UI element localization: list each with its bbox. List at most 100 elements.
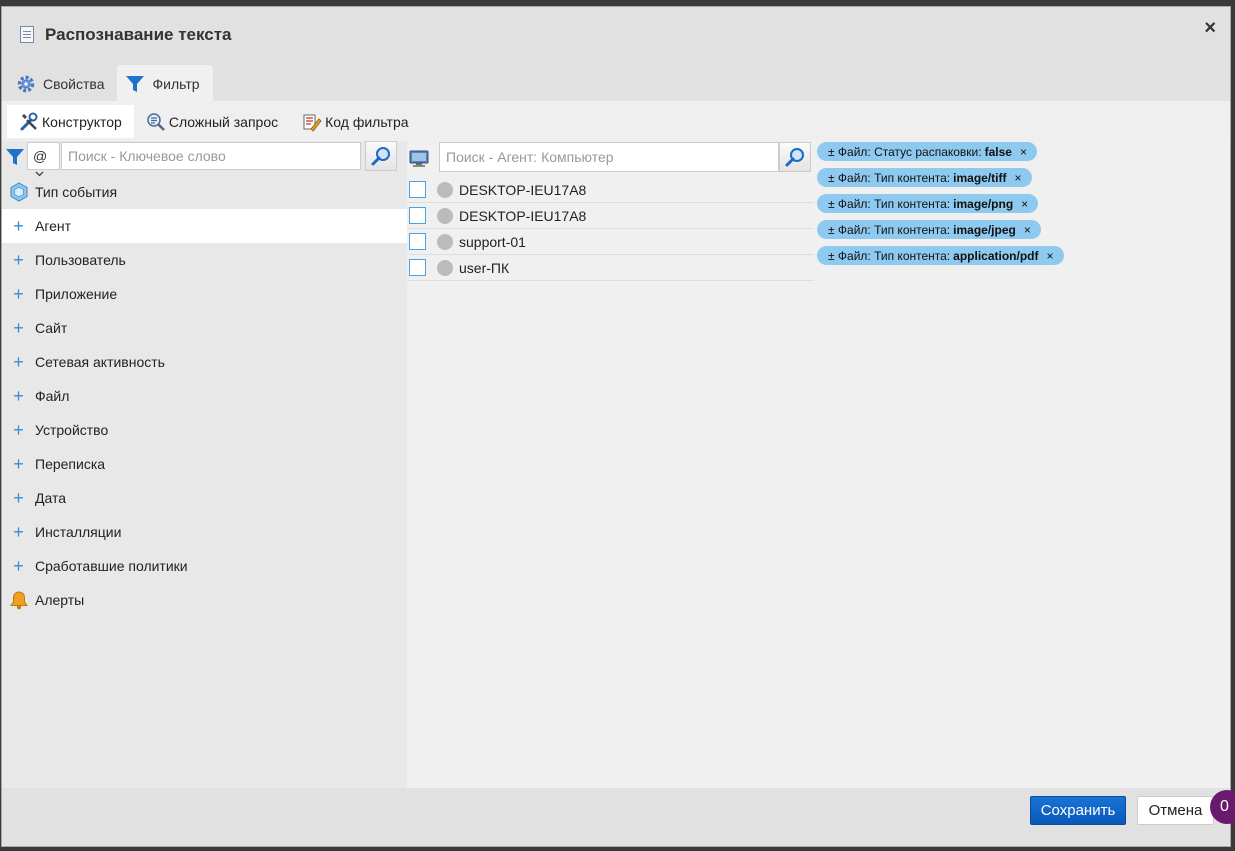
agent-checkbox[interactable] [409, 181, 426, 198]
tree-item-device[interactable]: + Устройство [2, 413, 407, 447]
funnel-icon [5, 147, 25, 170]
main-tabs: Свойства Фильтр [8, 65, 213, 102]
tree-item-network-activity[interactable]: + Сетевая активность [2, 345, 407, 379]
tree-item-site[interactable]: + Сайт [2, 311, 407, 345]
subtab-complex-query[interactable]: Сложный запрос [134, 105, 290, 138]
tree-item-label: Переписка [35, 456, 106, 472]
computer-icon [409, 150, 429, 171]
agent-checkbox[interactable] [409, 207, 426, 224]
agent-name: DESKTOP-IEU17A8 [459, 181, 587, 198]
cancel-button[interactable]: Отмена [1137, 796, 1214, 825]
status-indicator [437, 233, 453, 250]
chip-prefix: ± Файл: Тип контента: [828, 248, 951, 263]
remove-chip-icon[interactable]: × [1024, 223, 1031, 237]
chip-value: image/png [953, 196, 1014, 211]
filter-chip[interactable]: ± Файл: Тип контента: image/png × [817, 194, 1039, 213]
tree-item-triggered-policies[interactable]: + Сработавшие политики [2, 549, 407, 583]
tree-item-correspondence[interactable]: + Переписка [2, 447, 407, 481]
status-indicator [437, 207, 453, 224]
search-icon [371, 147, 390, 166]
tree-item-label: Пользователь [35, 252, 126, 268]
chip-value: image/jpeg [953, 222, 1016, 237]
dialog-titlebar: Распознавание текста × [2, 7, 1230, 61]
chip-prefix: ± Файл: Тип контента: [828, 170, 951, 185]
filter-chip[interactable]: ± Файл: Тип контента: image/jpeg × [817, 220, 1041, 239]
search-icon [785, 148, 804, 167]
subtab-filter-code[interactable]: Код фильтра [290, 105, 420, 138]
tree-item-label: Инсталляции [35, 524, 122, 540]
agent-search-button[interactable] [779, 142, 811, 172]
tree-item-label: Сайт [35, 320, 68, 336]
text-recognition-dialog: Распознавание текста × Свойства Фильтр К… [1, 6, 1231, 847]
filter-chip[interactable]: ± Файл: Тип контента: image/tiff × [817, 168, 1032, 187]
operator-select[interactable]: @ [27, 142, 60, 177]
tab-filter[interactable]: Фильтр [117, 65, 213, 102]
list-item[interactable]: support-01 [407, 229, 814, 255]
cube-icon [2, 182, 35, 202]
category-tree: Тип события + Агент + Пользователь + При… [2, 175, 407, 617]
tab-properties[interactable]: Свойства [8, 65, 117, 102]
tree-item-agent[interactable]: + Агент [2, 209, 407, 243]
chip-value: application/pdf [953, 248, 1039, 263]
subtab-filter-code-label: Код фильтра [325, 113, 409, 130]
tab-filter-label: Фильтр [152, 75, 200, 92]
remove-chip-icon[interactable]: × [1015, 171, 1022, 185]
tree-item-user[interactable]: + Пользователь [2, 243, 407, 277]
subtab-complex-query-label: Сложный запрос [168, 113, 279, 130]
plus-icon[interactable]: + [2, 352, 35, 373]
filter-chip[interactable]: ± Файл: Тип контента: application/pdf × [817, 246, 1064, 265]
subtab-constructor-label: Конструктор [42, 113, 122, 130]
agent-search-input[interactable] [439, 142, 779, 172]
dialog-title: Распознавание текста [45, 25, 232, 44]
list-item[interactable]: user-ПК [407, 255, 814, 281]
tree-item-label: Сработавшие политики [35, 558, 188, 574]
keyword-search-input[interactable] [61, 142, 361, 170]
status-indicator [437, 181, 453, 198]
close-icon[interactable]: × [1204, 17, 1216, 40]
agent-checkbox[interactable] [409, 233, 426, 250]
operator-value: @ [33, 148, 48, 164]
status-indicator [437, 259, 453, 276]
tree-item-alerts[interactable]: Алерты [2, 583, 407, 617]
subtab-constructor[interactable]: Конструктор [7, 105, 134, 138]
agent-checkbox[interactable] [409, 259, 426, 276]
category-column: @ Тип события + Агент [2, 141, 407, 788]
tree-item-label: Приложение [35, 286, 118, 302]
save-button[interactable]: Сохранить [1030, 796, 1126, 825]
remove-chip-icon[interactable]: × [1047, 249, 1054, 263]
agent-name: user-ПК [459, 259, 510, 276]
plus-icon[interactable]: + [2, 284, 35, 305]
filter-chip[interactable]: ± Файл: Статус распаковки: false × [817, 142, 1037, 161]
tree-item-label: Алерты [35, 592, 85, 608]
plus-icon[interactable]: + [2, 250, 35, 271]
plus-icon[interactable]: + [2, 420, 35, 441]
tree-item-application[interactable]: + Приложение [2, 277, 407, 311]
plus-icon[interactable]: + [2, 386, 35, 407]
plus-icon[interactable]: + [2, 556, 35, 577]
remove-chip-icon[interactable]: × [1021, 197, 1028, 211]
remove-chip-icon[interactable]: × [1020, 145, 1027, 159]
tree-item-date[interactable]: + Дата [2, 481, 407, 515]
tree-item-file[interactable]: + Файл [2, 379, 407, 413]
plus-icon[interactable]: + [2, 318, 35, 339]
agent-name: DESKTOP-IEU17A8 [459, 207, 587, 224]
tree-item-event-type[interactable]: Тип события [2, 175, 407, 209]
plus-icon[interactable]: + [2, 488, 35, 509]
chip-prefix: ± Файл: Тип контента: [828, 222, 951, 237]
query-icon [146, 112, 166, 132]
list-item[interactable]: DESKTOP-IEU17A8 [407, 177, 814, 203]
document-icon [20, 26, 34, 43]
keyword-filter-bar: @ [2, 141, 407, 177]
chip-prefix: ± Файл: Тип контента: [828, 196, 951, 211]
agent-name: support-01 [459, 233, 526, 250]
keyword-search-button[interactable] [365, 141, 397, 171]
plus-icon[interactable]: + [2, 216, 35, 237]
tree-item-installations[interactable]: + Инсталляции [2, 515, 407, 549]
agent-list: DESKTOP-IEU17A8 DESKTOP-IEU17A8 support-… [407, 177, 814, 281]
plus-icon[interactable]: + [2, 454, 35, 475]
gear-icon [16, 74, 36, 94]
list-item[interactable]: DESKTOP-IEU17A8 [407, 203, 814, 229]
plus-icon[interactable]: + [2, 522, 35, 543]
filter-panel: Конструктор Сложный запрос Код фильтра @… [2, 101, 1230, 788]
tree-item-label: Тип события [35, 184, 118, 200]
